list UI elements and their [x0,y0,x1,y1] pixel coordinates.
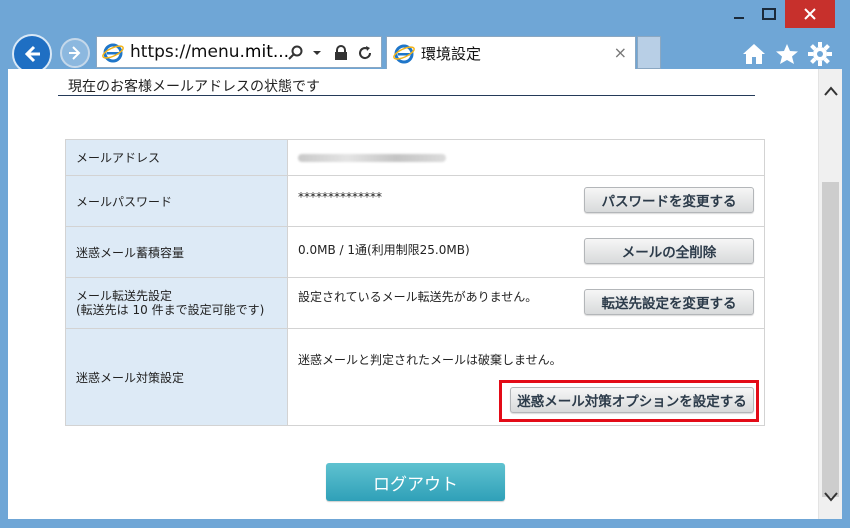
row-value-cell: ************** パスワードを変更する [287,175,765,227]
table-row: メールアドレス [65,139,765,176]
home-icon [743,44,765,64]
logout-button[interactable]: ログアウト [326,463,505,501]
change-password-button[interactable]: パスワードを変更する [584,187,754,213]
forwarding-label: メール転送先設定 [76,289,173,303]
highlight-box [499,380,759,422]
table-row: メールパスワード ************** パスワードを変更する [65,175,765,227]
tab-title: 環境設定 [421,44,482,63]
chevron-down-icon [313,51,321,55]
row-label: メールパスワード [65,175,288,227]
scroll-up-button[interactable] [823,83,839,99]
close-icon [804,8,816,20]
lock-button[interactable] [331,42,351,64]
redacted-email [298,154,446,162]
favorites-button[interactable] [773,40,801,68]
home-button[interactable] [740,40,768,68]
new-tab-button[interactable] [637,36,661,69]
search-button[interactable] [285,42,305,64]
scrollbar-thumb[interactable] [822,182,839,497]
ie-logo-icon [102,43,124,63]
arrow-right-icon [69,46,81,60]
arrow-left-icon [24,45,40,63]
forward-button[interactable] [60,38,90,68]
tab-close-button[interactable]: × [614,43,627,62]
star-icon [776,44,798,64]
browser-window: https://menu.mit... 環境設定 × 現在のお客様メールアドレス… [0,0,850,528]
spam-setting-value: 迷惑メールと判定されたメールは破棄しません。 [298,353,562,367]
tab-settings[interactable]: 環境設定 × [386,36,636,69]
scroll-down-button[interactable] [823,489,839,505]
chevron-up-icon [824,86,838,96]
row-label: メール転送先設定 (転送先は 10 件まで設定可能です) [65,277,288,329]
row-label: 迷惑メール蓄積容量 [65,226,288,278]
address-bar[interactable]: https://menu.mit... [96,36,382,68]
minimize-icon [734,17,744,19]
page-heading: 現在のお客様メールアドレスの状態です [58,76,755,96]
delete-all-mail-button[interactable]: メールの全削除 [584,238,754,264]
refresh-button[interactable] [355,42,375,64]
row-label: メールアドレス [65,139,288,176]
tools-button[interactable] [806,40,834,68]
lock-icon [335,45,347,60]
change-forwarding-button[interactable]: 転送先設定を変更する [584,289,754,315]
chevron-down-icon [824,492,838,502]
url-text: https://menu.mit... [130,42,290,62]
maximize-icon [762,8,776,20]
table-row: メール転送先設定 (転送先は 10 件まで設定可能です) 設定されているメール転… [65,277,765,329]
dropdown-button[interactable] [307,42,327,64]
row-value-cell: 設定されているメール転送先がありません。 転送先設定を変更する [287,277,765,329]
search-icon [288,45,303,60]
page-content: 現在のお客様メールアドレスの状態です メールアドレス メールパスワード ****… [8,69,818,519]
storage-usage-value: 0.0MB / 1通(利用制限25.0MB) [298,243,470,257]
maximize-button[interactable] [754,0,784,28]
refresh-icon [359,46,372,60]
close-button[interactable] [785,0,835,28]
minimize-button[interactable] [724,0,754,28]
ie-logo-icon [393,44,415,64]
forwarding-value: 設定されているメール転送先がありません。 [298,290,538,304]
email-address-value [287,139,765,176]
row-label: 迷惑メール対策設定 [65,328,288,426]
back-button[interactable] [12,34,52,74]
gear-icon [808,42,832,66]
vertical-scrollbar[interactable] [818,69,842,519]
password-value: ************** [298,190,382,204]
row-value-cell: 0.0MB / 1通(利用制限25.0MB) メールの全削除 [287,226,765,278]
table-row: 迷惑メール蓄積容量 0.0MB / 1通(利用制限25.0MB) メールの全削除 [65,226,765,278]
forwarding-label-note: (転送先は 10 件まで設定可能です) [76,303,265,317]
